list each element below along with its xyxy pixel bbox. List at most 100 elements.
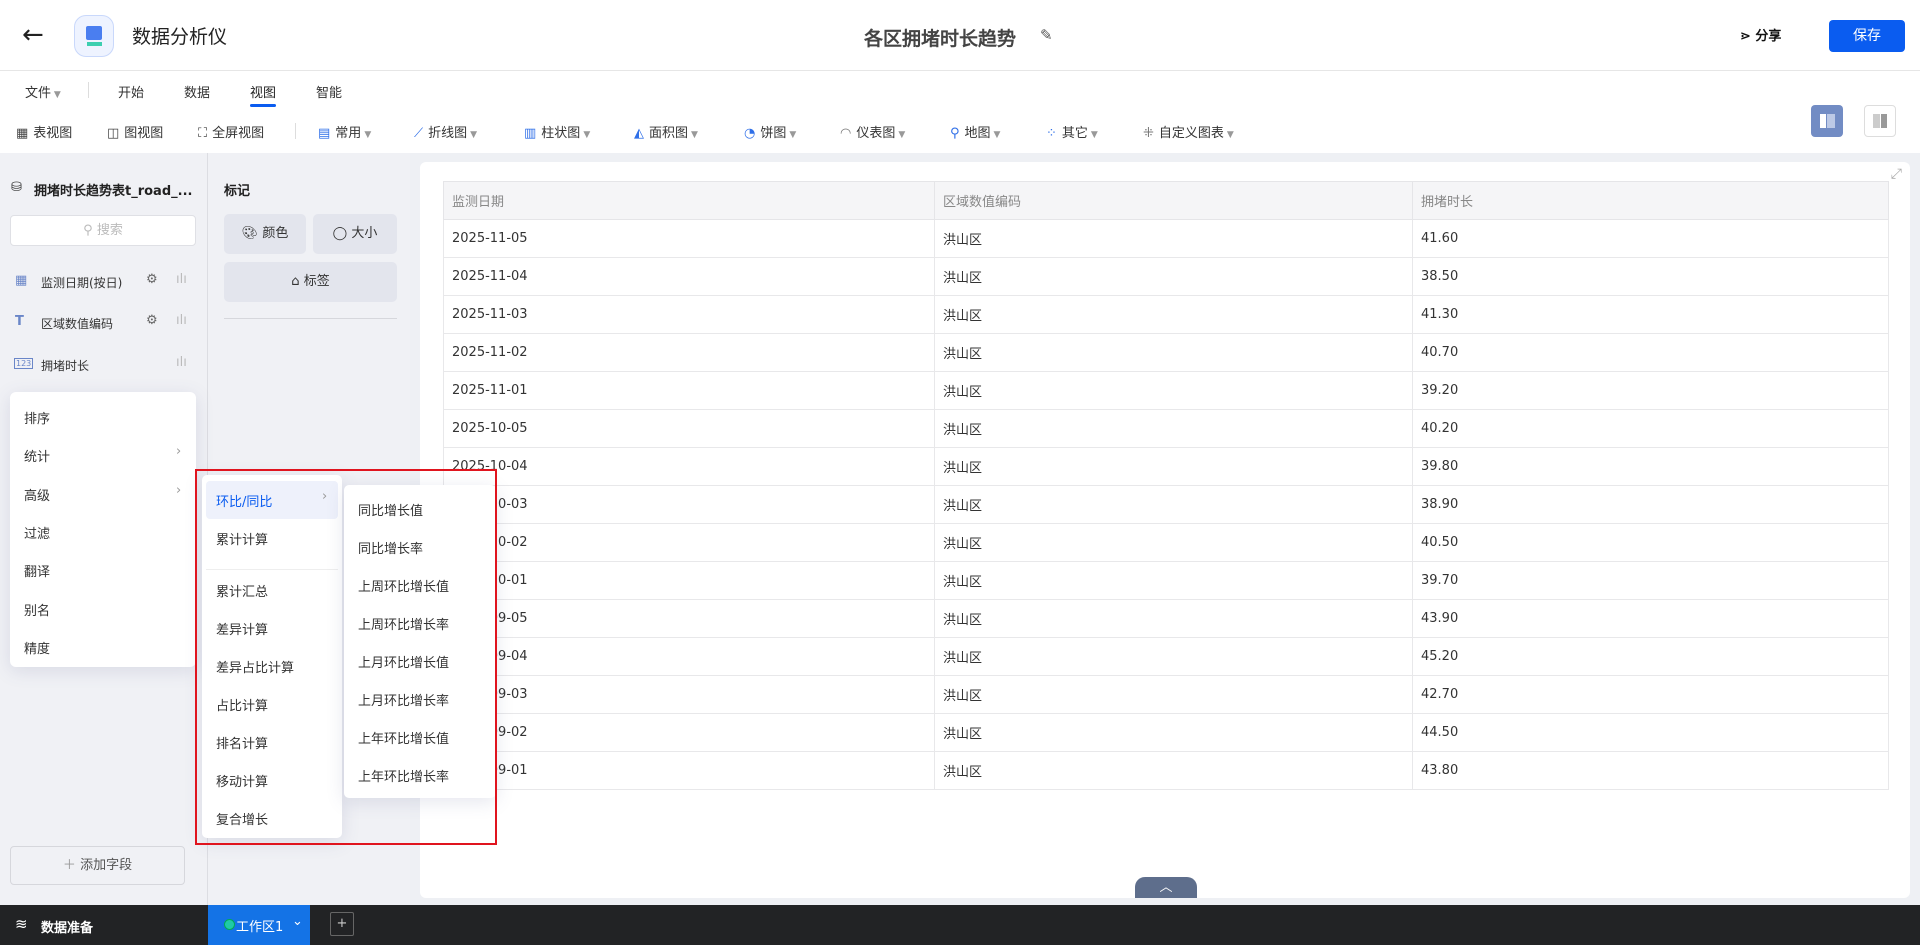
fullscreen-view-button[interactable]: ⛶ 全屏视图 (198, 122, 264, 141)
table-cell: 42.70 (1412, 675, 1889, 714)
menu-item[interactable]: 别名 (24, 600, 50, 619)
menu-item[interactable]: 高级 (24, 485, 50, 504)
menu-item[interactable]: 排序 (24, 408, 50, 427)
chart-view-button[interactable]: ◫ 图视图 (107, 122, 163, 141)
share-label: 分享 (1755, 29, 1782, 44)
save-button[interactable]: 保存 (1829, 20, 1905, 52)
chevron-down-icon[interactable]: ⌄ (292, 914, 303, 929)
menu-item[interactable]: 统计 (24, 446, 50, 465)
field-context-menu: 排序 统计 高级 过滤 翻译 别名 精度 › › (10, 392, 196, 667)
edit-pencil-icon[interactable]: ✎ (1040, 26, 1053, 44)
table-cell: 2025-11-02 (443, 333, 935, 372)
panel-icon (1873, 114, 1880, 128)
table-cell: 洪山区 (934, 333, 1413, 372)
table-cell: 43.80 (1412, 751, 1889, 790)
data-prep-button[interactable]: 数据准备 (41, 917, 93, 936)
back-arrow-icon[interactable]: ← (22, 20, 44, 50)
table-cell: 45.20 (1412, 637, 1889, 676)
custom-chart-dropdown[interactable]: ⁜ 自定义图表 ▼ (1143, 122, 1234, 141)
table-row[interactable]: 2025-09-05洪山区43.90 (443, 599, 1889, 638)
expand-icon[interactable]: ⤢ (1891, 166, 1902, 182)
table-cell: 2025-09-04 (443, 637, 935, 676)
table-row[interactable]: 2025-09-01洪山区43.80 (443, 751, 1889, 790)
table-cell: 39.70 (1412, 561, 1889, 600)
table-row[interactable]: 2025-10-01洪山区39.70 (443, 561, 1889, 600)
table-row[interactable]: 2025-11-01 洪山区 39.20 (443, 371, 1889, 410)
label: 常用 (335, 126, 362, 141)
database-icon: ⛁ (11, 180, 22, 195)
tab-view[interactable]: 视图 (250, 82, 277, 107)
table-row[interactable]: 2025-09-04洪山区45.20 (443, 637, 1889, 676)
table-cell: 39.80 (1412, 447, 1889, 486)
table-cell: 洪山区 (934, 371, 1413, 410)
bar-chart-dropdown[interactable]: ▥ 柱状图 ▼ (524, 122, 590, 141)
table-cell: 2025-10-03 (443, 485, 935, 524)
add-field-button[interactable]: ＋ 添加字段 (10, 846, 185, 885)
line-chart-dropdown[interactable]: ⟋ 折线图 ▼ (414, 122, 477, 141)
column-header[interactable]: 监测日期 (443, 181, 935, 220)
menu-item[interactable]: 翻译 (24, 561, 50, 580)
tab-data[interactable]: 数据 (184, 82, 210, 101)
table-row[interactable]: 2025-10-04 洪山区 39.80 (443, 447, 1889, 486)
marks-size-button[interactable]: ◯ 大小 (313, 214, 397, 254)
table-row[interactable]: 2025-11-04 洪山区 38.50 (443, 257, 1889, 296)
table-view-button[interactable]: ▦ 表视图 (16, 122, 72, 141)
calendar-icon: ▦ (15, 273, 28, 288)
other-charts-dropdown[interactable]: ⁘ 其它 ▼ (1046, 122, 1098, 141)
table-row[interactable]: 2025-10-03洪山区38.90 (443, 485, 1889, 524)
column-header[interactable]: 拥堵时长 (1412, 181, 1889, 220)
field-search-input[interactable]: ⚲ 搜索 (10, 215, 196, 246)
table-row[interactable]: 2025-09-03洪山区42.70 (443, 675, 1889, 714)
area-chart-dropdown[interactable]: ◭ 面积图 ▼ (634, 122, 698, 141)
table-cell: 洪山区 (934, 713, 1413, 752)
marks-label-button[interactable]: ⌂ 标签 (224, 262, 397, 302)
menu-item[interactable]: 过滤 (24, 523, 50, 542)
table-cell: 2025-11-04 (443, 257, 935, 296)
common-charts-dropdown[interactable]: ▤ 常用 ▼ (318, 122, 371, 141)
workspace-tab[interactable]: 工作区1 ⌄ (208, 905, 310, 945)
table-row[interactable]: 2025-09-02洪山区44.50 (443, 713, 1889, 752)
menu-item[interactable]: 精度 (24, 638, 50, 657)
tab-label: 文件 (25, 86, 52, 101)
table-cell: 40.50 (1412, 523, 1889, 562)
table-cell: 洪山区 (934, 219, 1413, 258)
divider (295, 123, 296, 139)
field-congestion-duration[interactable]: 拥堵时长 (41, 357, 89, 374)
dimension-icon: ⚙ (146, 272, 158, 287)
table-row[interactable]: 2025-10-05 洪山区 40.20 (443, 409, 1889, 448)
tab-start[interactable]: 开始 (118, 82, 144, 101)
label: 自定义图表 (1158, 126, 1224, 141)
pie-chart-dropdown[interactable]: ◔ 饼图 ▼ (744, 122, 796, 141)
table-row[interactable]: 2025-11-03 洪山区 41.30 (443, 295, 1889, 334)
table-cell: 41.30 (1412, 295, 1889, 334)
label: 图视图 (124, 126, 164, 141)
column-header[interactable]: 区域数值编码 (934, 181, 1413, 220)
panel-icon (1820, 114, 1826, 128)
add-workspace-button[interactable]: + (330, 912, 354, 936)
map-chart-dropdown[interactable]: ⚲ 地图 ▼ (950, 122, 1000, 141)
table-cell: 2025-09-02 (443, 713, 935, 752)
marks-color-button[interactable]: 🎨︎ 颜色 (224, 214, 306, 254)
table-cell: 洪山区 (934, 447, 1413, 486)
table-cell: 2025-10-02 (443, 523, 935, 562)
table-row[interactable]: 2025-10-02洪山区40.50 (443, 523, 1889, 562)
layout-right-panel-toggle[interactable] (1864, 105, 1896, 137)
table-cell: 洪山区 (934, 675, 1413, 714)
gauge-chart-dropdown[interactable]: ◠ 仪表图 ▼ (840, 122, 905, 141)
layout-left-panel-toggle[interactable] (1811, 105, 1843, 137)
table-row[interactable]: 2025-11-02 洪山区 40.70 (443, 333, 1889, 372)
tab-file[interactable]: 文件 ▼ (25, 82, 61, 101)
data-table: 监测日期 区域数值编码 拥堵时长 2025-11-05 洪山区 41.60 2025-… (443, 181, 1889, 790)
collapse-up-button[interactable]: ︿ (1135, 877, 1197, 898)
chevron-right-icon: › (176, 482, 182, 498)
table-row[interactable]: 2025-11-05 洪山区 41.60 (443, 219, 1889, 258)
field-date[interactable]: 监测日期(按日) (41, 274, 122, 291)
share-button[interactable]: ⋗ 分享 (1740, 25, 1781, 44)
table-cell: 洪山区 (934, 751, 1413, 790)
table-cell: 2025-10-05 (443, 409, 935, 448)
tab-smart[interactable]: 智能 (316, 82, 342, 101)
table-cell: 洪山区 (934, 409, 1413, 448)
field-region-code[interactable]: 区域数值编码 (41, 315, 113, 332)
table-cell: 洪山区 (934, 637, 1413, 676)
table-cell: 洪山区 (934, 599, 1413, 638)
